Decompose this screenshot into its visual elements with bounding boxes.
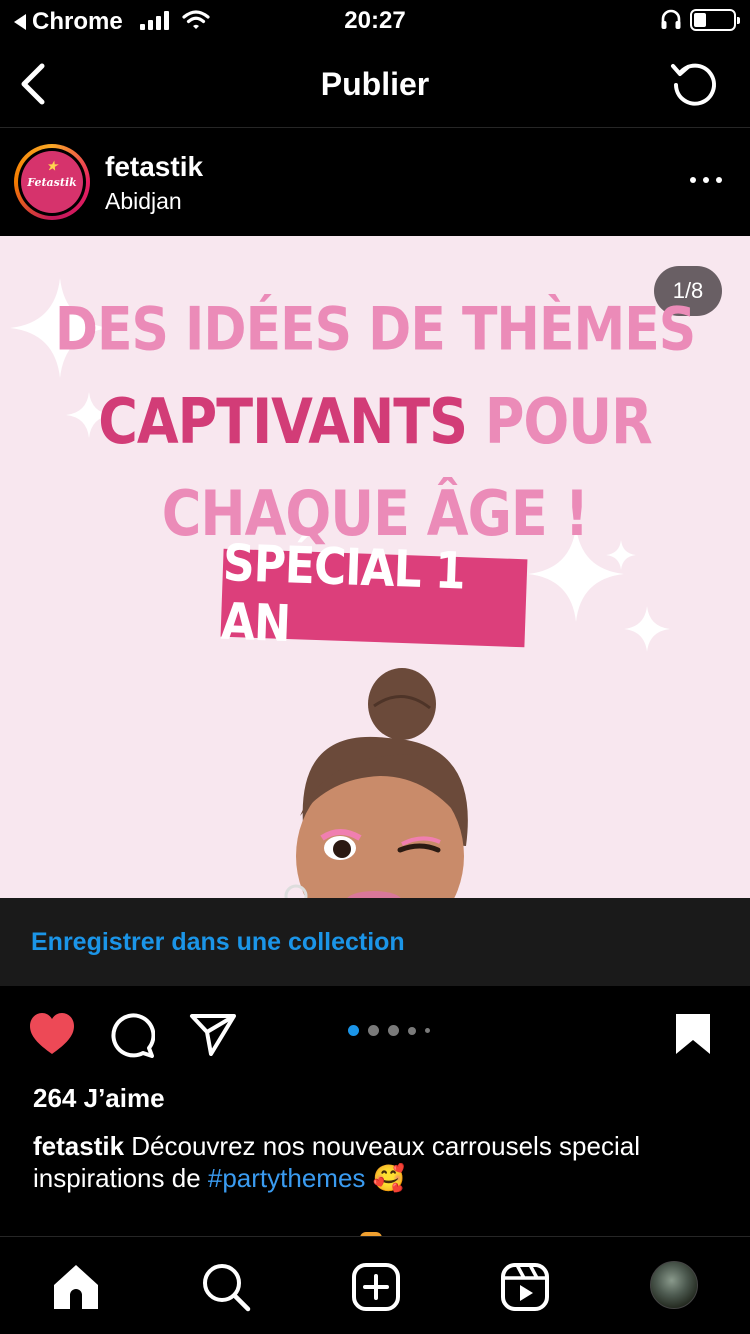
sparkle-icon <box>624 606 670 652</box>
bookmark-icon[interactable] <box>674 1012 712 1056</box>
share-icon[interactable] <box>189 1012 237 1056</box>
star-icon: ★ <box>46 159 58 173</box>
post-location[interactable]: Abidjan <box>105 188 182 215</box>
clock: 20:27 <box>344 7 406 34</box>
status-bar: Chrome 20:27 <box>0 0 750 42</box>
post-header: ★ Fetastik fetastik Abidjan <box>0 129 750 236</box>
save-to-collection-bar: Enregistrer dans une collection <box>0 898 750 986</box>
comment-icon[interactable] <box>109 1012 155 1058</box>
post-actions <box>0 986 750 1076</box>
battery-icon <box>690 9 740 31</box>
refresh-icon[interactable] <box>668 58 720 110</box>
new-post-icon[interactable] <box>350 1261 402 1313</box>
bottom-tab-bar <box>0 1236 750 1334</box>
avatar[interactable]: ★ Fetastik <box>14 144 90 220</box>
carousel-dot <box>368 1025 379 1036</box>
search-icon[interactable] <box>200 1261 252 1313</box>
carousel-dot <box>408 1026 416 1035</box>
post-username[interactable]: fetastik <box>105 151 203 183</box>
headline-line-1: DES IDÉES DE THÈMES <box>54 295 696 365</box>
brand-logo: ★ Fetastik <box>21 151 83 213</box>
likes-count[interactable]: 264 J’aime <box>33 1083 165 1114</box>
reels-icon[interactable] <box>499 1261 551 1313</box>
heart-icon[interactable] <box>28 1012 76 1056</box>
headline-emphasis: CAPTIVANTS <box>98 385 468 458</box>
caption-username[interactable]: fetastik <box>33 1131 124 1161</box>
page-title: Publier <box>320 66 430 102</box>
carousel-dot-active <box>348 1025 359 1036</box>
save-to-collection-button[interactable]: Enregistrer dans une collection <box>31 928 405 957</box>
profile-avatar[interactable] <box>650 1261 698 1309</box>
home-icon[interactable] <box>50 1261 102 1313</box>
post-image[interactable]: 1/8 DES IDÉES DE THÈMES CAPTIVANTS POUR … <box>0 236 750 898</box>
nav-header: Publier <box>0 42 750 128</box>
headline-line-2: CAPTIVANTS POUR <box>0 385 750 457</box>
headline-line-2-rest: POUR <box>467 385 653 458</box>
headphones-icon <box>661 9 681 29</box>
memoji-character <box>284 668 468 898</box>
more-options-icon[interactable] <box>690 177 722 183</box>
special-banner: SPÉCIAL 1 AN <box>220 534 528 654</box>
carousel-indicator <box>348 1025 430 1036</box>
carousel-dot <box>388 1025 399 1036</box>
caption-emoji: 🥰 <box>365 1163 406 1193</box>
special-banner-text: SPÉCIAL 1 AN <box>220 534 466 654</box>
post-caption: fetastik Découvrez nos nouveaux carrouse… <box>33 1130 723 1194</box>
carousel-dot <box>425 1028 430 1033</box>
avatar-logo-text: Fetastik <box>27 175 77 189</box>
caption-hashtag[interactable]: #partythemes <box>208 1163 366 1193</box>
